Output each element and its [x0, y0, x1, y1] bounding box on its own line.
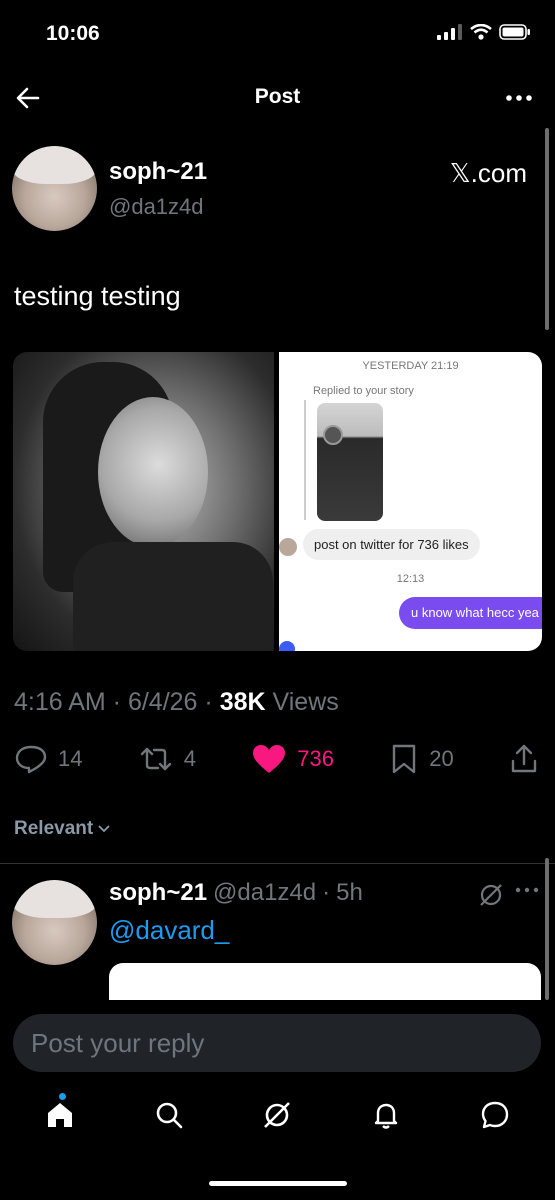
divider: [0, 863, 555, 864]
bookmark-icon: [393, 744, 416, 774]
nav-messages[interactable]: [479, 1099, 511, 1136]
repost-count: 4: [183, 746, 196, 771]
sender-avatar: [279, 538, 297, 556]
repost-icon: [140, 747, 171, 771]
more-horizontal-icon: [506, 95, 532, 101]
bookmark-button[interactable]: 20: [389, 743, 454, 775]
share-button[interactable]: [509, 743, 539, 775]
author-avatar[interactable]: [12, 146, 97, 231]
search-icon: [156, 1102, 183, 1129]
nav-home[interactable]: [44, 1099, 76, 1136]
wifi-icon: [470, 24, 492, 40]
photo-image[interactable]: [13, 352, 274, 651]
bottom-nav: [0, 1090, 555, 1145]
reply-more-button[interactable]: [515, 880, 539, 905]
dm-timestamp-2: 12:13: [396, 573, 425, 585]
sort-label: Relevant: [14, 818, 94, 839]
reply-button[interactable]: 14: [14, 744, 82, 774]
author-name[interactable]: soph~21: [109, 158, 207, 186]
share-icon: [511, 744, 537, 773]
scrollbar[interactable]: [545, 858, 549, 1000]
reply-input[interactable]: Post your reply: [13, 1014, 541, 1072]
dm-outgoing-message: u know what hecc yea: [399, 597, 542, 629]
nav-grok[interactable]: [261, 1099, 293, 1136]
reply-age: 5h: [336, 879, 363, 906]
repost-button[interactable]: 4: [138, 745, 196, 773]
reply-author-avatar[interactable]: [12, 880, 97, 965]
grok-icon: [480, 884, 502, 906]
messages-icon: [481, 1101, 508, 1129]
nav-search[interactable]: [153, 1099, 185, 1136]
views-count: 38K: [219, 688, 266, 716]
page-title: Post: [254, 85, 301, 108]
dm-replied-label: Replied to your story: [313, 385, 414, 397]
story-thumbnail: [317, 403, 383, 521]
reply-author-name[interactable]: soph~21: [109, 879, 207, 907]
status-time: 10:06: [46, 22, 100, 45]
dm-timestamp: YESTERDAY 21:19: [362, 360, 459, 372]
signal-icon: [437, 24, 462, 40]
views-label: Views: [272, 688, 339, 716]
home-icon: [48, 1103, 73, 1127]
home-indicator[interactable]: [209, 1181, 347, 1186]
grok-icon: [264, 1102, 291, 1128]
reply-icon: [15, 745, 47, 774]
reply-sort-dropdown[interactable]: Relevant: [14, 818, 111, 840]
notification-dot: [59, 1093, 66, 1100]
like-count: 736: [297, 746, 334, 771]
more-horizontal-icon: [515, 887, 539, 893]
dm-incoming-message: post on twitter for 736 likes: [303, 529, 480, 560]
post-time: 4:16 AM: [14, 688, 106, 716]
action-bar: 14 4 736 20: [14, 743, 539, 775]
post-media[interactable]: YESTERDAY 21:19 Replied to your story po…: [13, 352, 542, 651]
source-label: 𝕏.com: [449, 158, 527, 188]
grok-button[interactable]: [478, 882, 504, 913]
post-meta: 4:16 AM · 6/4/26 · 38K Views: [14, 688, 339, 716]
nav-notifications[interactable]: [370, 1099, 402, 1136]
more-options-button[interactable]: [505, 86, 533, 115]
dm-screenshot[interactable]: YESTERDAY 21:19 Replied to your story po…: [279, 352, 542, 651]
reply-author-handle[interactable]: @da1z4d: [213, 879, 316, 907]
mention-link[interactable]: @davard_: [109, 915, 229, 946]
author-handle[interactable]: @da1z4d: [109, 194, 204, 220]
status-icons: [437, 24, 531, 40]
post-text: testing testing: [14, 281, 181, 311]
bookmark-count: 20: [429, 746, 454, 771]
reply-count: 14: [58, 746, 83, 771]
battery-icon: [499, 24, 530, 40]
scrollbar[interactable]: [545, 128, 549, 330]
like-button[interactable]: 736: [251, 743, 334, 775]
bell-icon: [374, 1103, 398, 1129]
reply-header: soph~21 @da1z4d · 5h: [109, 879, 363, 907]
heart-filled-icon: [253, 745, 286, 773]
chevron-down-icon: [98, 825, 110, 833]
post-date: 6/4/26: [127, 688, 198, 716]
